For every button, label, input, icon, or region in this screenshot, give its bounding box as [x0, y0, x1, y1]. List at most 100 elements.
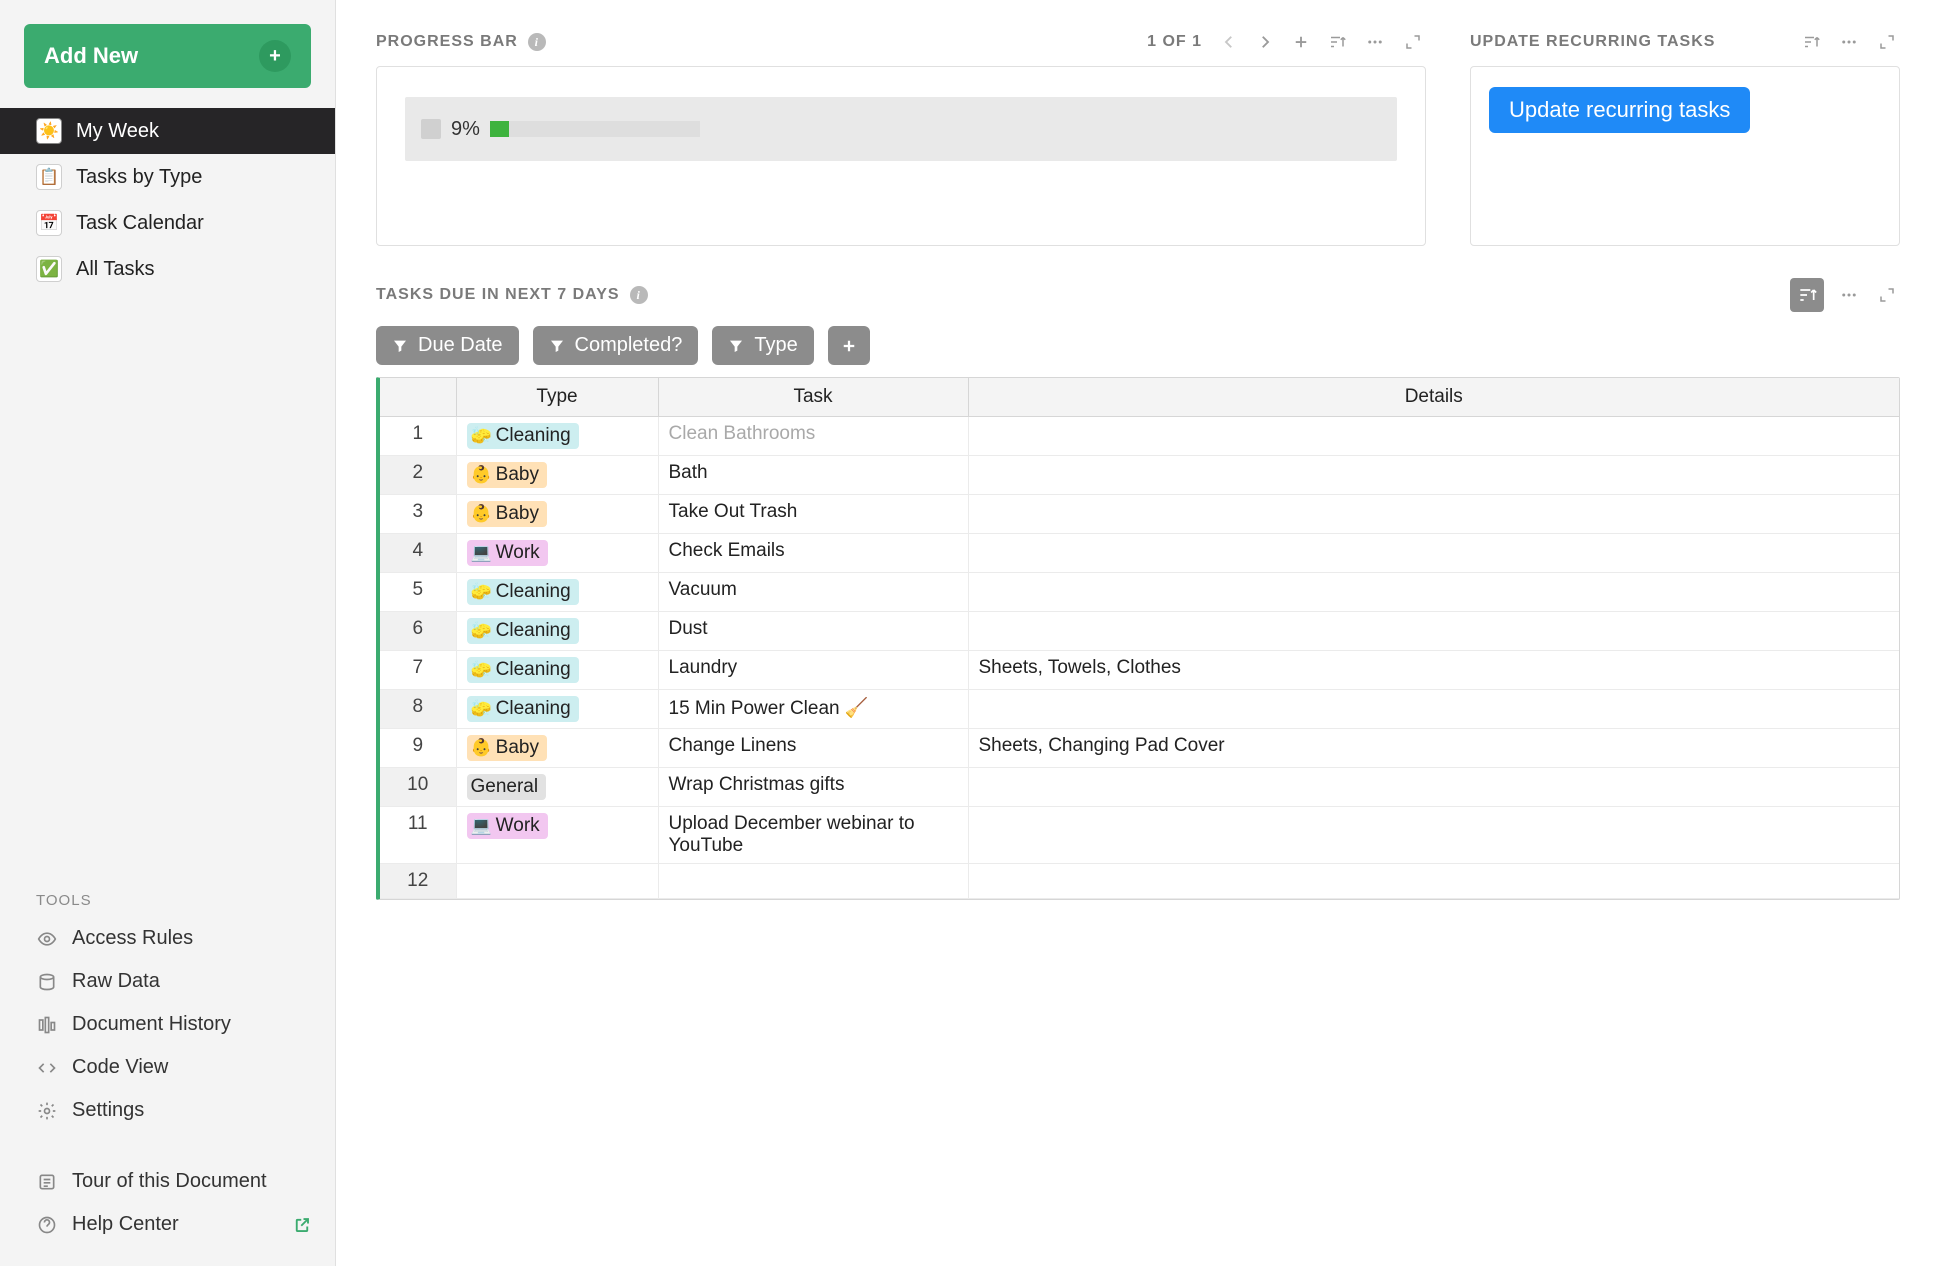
cell-task[interactable]: Dust	[658, 612, 968, 651]
table-row[interactable]: 8🧽Cleaning15 Min Power Clean 🧹	[380, 690, 1899, 729]
tool-settings[interactable]: Settings	[0, 1089, 335, 1132]
cell-type[interactable]	[456, 864, 658, 899]
expand-button[interactable]	[1874, 31, 1900, 53]
cell-type[interactable]: General	[456, 768, 658, 807]
recurring-header: UPDATE RECURRING TASKS	[1470, 28, 1900, 56]
cell-task[interactable]: Check Emails	[658, 534, 968, 573]
cell-details[interactable]	[968, 534, 1899, 573]
type-emoji-icon: 🧽	[471, 660, 492, 680]
tool-code-view[interactable]: Code View	[0, 1046, 335, 1089]
cell-details[interactable]	[968, 612, 1899, 651]
type-emoji-icon: 👶	[471, 504, 492, 524]
row-number: 2	[380, 456, 456, 495]
filter-chip-due-date[interactable]: Due Date	[376, 326, 519, 365]
footer-help-center[interactable]: Help Center	[0, 1203, 335, 1246]
cell-task[interactable]: Take Out Trash	[658, 495, 968, 534]
add-new-button[interactable]: Add New +	[24, 24, 311, 88]
table-row[interactable]: 6🧽CleaningDust	[380, 612, 1899, 651]
prev-button[interactable]	[1216, 31, 1242, 53]
tool-label: Raw Data	[72, 970, 160, 993]
add-filter-button[interactable]	[828, 326, 870, 365]
expand-button[interactable]	[1400, 31, 1426, 53]
cell-task[interactable]: Vacuum	[658, 573, 968, 612]
cell-type[interactable]: 🧽Cleaning	[456, 417, 658, 456]
sidebar-item-tasks-by-type[interactable]: 📋Tasks by Type	[0, 154, 335, 200]
cell-type[interactable]: 👶Baby	[456, 456, 658, 495]
filter-chip-completed-[interactable]: Completed?	[533, 326, 699, 365]
cell-task[interactable]	[658, 864, 968, 899]
table-row[interactable]: 12	[380, 864, 1899, 899]
table-row[interactable]: 3👶BabyTake Out Trash	[380, 495, 1899, 534]
more-button[interactable]	[1834, 284, 1864, 306]
tool-document-history[interactable]: Document History	[0, 1003, 335, 1046]
tool-raw-data[interactable]: Raw Data	[0, 960, 335, 1003]
table-row[interactable]: 9👶BabyChange LinensSheets, Changing Pad …	[380, 729, 1899, 768]
tour-icon	[36, 1171, 58, 1193]
cell-task[interactable]: Clean Bathrooms	[658, 417, 968, 456]
more-button[interactable]	[1834, 31, 1864, 53]
cell-details[interactable]: Sheets, Towels, Clothes	[968, 651, 1899, 690]
cell-details[interactable]: Sheets, Changing Pad Cover	[968, 729, 1899, 768]
cell-task[interactable]: 15 Min Power Clean 🧹	[658, 690, 968, 729]
cell-task[interactable]: Change Linens	[658, 729, 968, 768]
nav-label: Task Calendar	[76, 212, 204, 235]
col-details-header[interactable]: Details	[968, 378, 1899, 417]
cell-type[interactable]: 👶Baby	[456, 729, 658, 768]
cell-details[interactable]	[968, 768, 1899, 807]
cell-details[interactable]	[968, 417, 1899, 456]
table-row[interactable]: 5🧽CleaningVacuum	[380, 573, 1899, 612]
cell-type[interactable]: 🧽Cleaning	[456, 651, 658, 690]
table-row[interactable]: 1🧽CleaningClean Bathrooms	[380, 417, 1899, 456]
filter-sort-active-button[interactable]	[1790, 278, 1824, 312]
cell-type[interactable]: 💻Work	[456, 534, 658, 573]
cell-task[interactable]: Bath	[658, 456, 968, 495]
sidebar-item-my-week[interactable]: ☀️My Week	[0, 108, 335, 154]
cell-details[interactable]	[968, 807, 1899, 864]
add-new-label: Add New	[44, 43, 138, 69]
filter-sort-button[interactable]	[1324, 31, 1350, 53]
sidebar-item-task-calendar[interactable]: 📅Task Calendar	[0, 200, 335, 246]
col-type-header[interactable]: Type	[456, 378, 658, 417]
row-number: 7	[380, 651, 456, 690]
footer-label: Tour of this Document	[72, 1170, 267, 1193]
sidebar-item-all-tasks[interactable]: ✅All Tasks	[0, 246, 335, 292]
cell-task[interactable]: Laundry	[658, 651, 968, 690]
table-row[interactable]: 10GeneralWrap Christmas gifts	[380, 768, 1899, 807]
type-label: Cleaning	[496, 659, 571, 681]
cell-type[interactable]: 🧽Cleaning	[456, 573, 658, 612]
table-row[interactable]: 2👶BabyBath	[380, 456, 1899, 495]
cell-task[interactable]: Upload December webinar to YouTube	[658, 807, 968, 864]
cell-type[interactable]: 👶Baby	[456, 495, 658, 534]
table-row[interactable]: 11💻WorkUpload December webinar to YouTub…	[380, 807, 1899, 864]
cell-details[interactable]	[968, 495, 1899, 534]
tool-access-rules[interactable]: Access Rules	[0, 917, 335, 960]
footer-tour-of-this-document[interactable]: Tour of this Document	[0, 1160, 335, 1203]
filter-chip-type[interactable]: Type	[712, 326, 813, 365]
col-task-header[interactable]: Task	[658, 378, 968, 417]
row-number: 11	[380, 807, 456, 864]
type-label: Baby	[496, 464, 539, 486]
expand-button[interactable]	[1874, 284, 1900, 306]
info-icon[interactable]: i	[630, 286, 648, 304]
cell-task[interactable]: Wrap Christmas gifts	[658, 768, 968, 807]
update-recurring-button[interactable]: Update recurring tasks	[1489, 87, 1750, 133]
add-card-button[interactable]	[1288, 31, 1314, 53]
funnel-icon	[728, 338, 744, 354]
cell-type[interactable]: 🧽Cleaning	[456, 690, 658, 729]
cell-details[interactable]	[968, 573, 1899, 612]
info-icon[interactable]: i	[528, 33, 546, 51]
table-row[interactable]: 4💻WorkCheck Emails	[380, 534, 1899, 573]
more-button[interactable]	[1360, 31, 1390, 53]
table-row[interactable]: 7🧽CleaningLaundrySheets, Towels, Clothes	[380, 651, 1899, 690]
plus-icon: +	[259, 40, 291, 72]
next-button[interactable]	[1252, 31, 1278, 53]
cell-type[interactable]: 💻Work	[456, 807, 658, 864]
filter-sort-button[interactable]	[1798, 31, 1824, 53]
cell-type[interactable]: 🧽Cleaning	[456, 612, 658, 651]
row-number: 3	[380, 495, 456, 534]
cell-details[interactable]	[968, 456, 1899, 495]
cell-details[interactable]	[968, 864, 1899, 899]
progress-track	[490, 121, 700, 137]
row-number: 9	[380, 729, 456, 768]
cell-details[interactable]	[968, 690, 1899, 729]
